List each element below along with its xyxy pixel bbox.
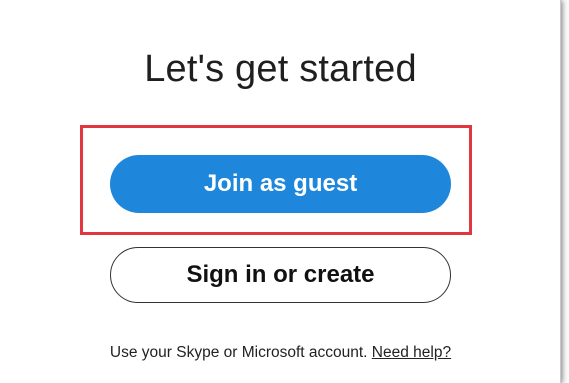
sign-in-panel: Let's get started Join as guest Sign in …: [0, 0, 561, 383]
sign-in-or-create-button[interactable]: Sign in or create: [110, 247, 451, 303]
join-as-guest-button[interactable]: Join as guest: [110, 155, 451, 213]
footer-text: Use your Skype or Microsoft account.: [109, 344, 368, 361]
page-title: Let's get started: [144, 48, 417, 90]
need-help-link[interactable]: Need help?: [372, 344, 451, 361]
footer-help: Use your Skype or Microsoft account. Nee…: [0, 344, 561, 362]
